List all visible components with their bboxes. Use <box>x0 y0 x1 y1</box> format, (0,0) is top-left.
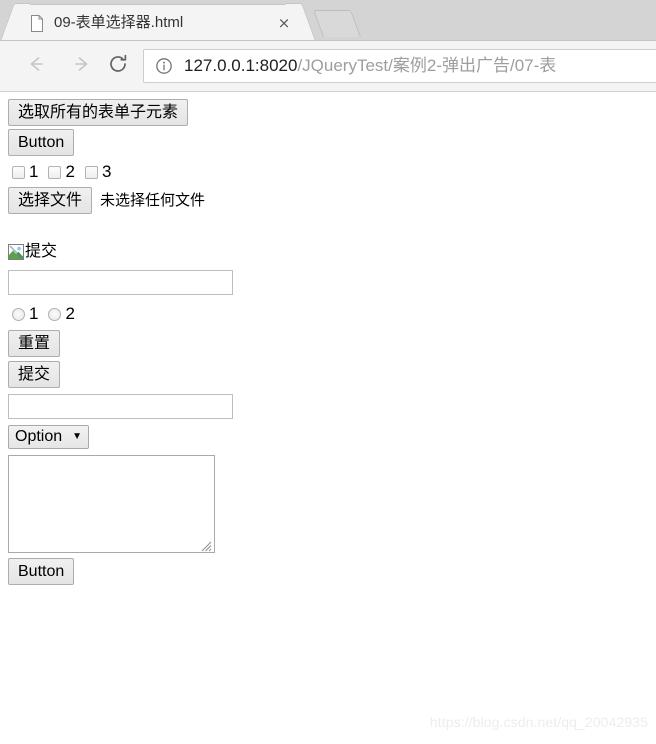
checkbox-1[interactable] <box>12 165 25 179</box>
file-input-row: 选择文件 未选择任何文件 <box>8 186 648 214</box>
reload-button[interactable] <box>102 50 134 82</box>
row-button-2: Button <box>8 558 648 585</box>
resize-grip-icon[interactable] <box>200 539 212 552</box>
watermark: https://blog.csdn.net/qq_20042935 <box>429 714 648 730</box>
page-viewport: 选取所有的表单子元素 Button 1 2 3 选择文件 未选择任何文件 提交 … <box>0 93 656 744</box>
chevron-down-icon: ▼ <box>72 431 83 442</box>
browser-toolbar: 127.0.0.1:8020/JQueryTest/案例2-弹出广告/07-表 <box>0 41 656 92</box>
row-button-1: Button <box>8 129 648 156</box>
reset-button[interactable]: 重置 <box>8 330 61 357</box>
checkbox-2[interactable] <box>48 165 62 179</box>
row-reset: 重置 <box>8 330 648 357</box>
row-select-all: 选取所有的表单子元素 <box>8 99 648 126</box>
address-bar[interactable]: 127.0.0.1:8020/JQueryTest/案例2-弹出广告/07-表 <box>143 49 656 83</box>
button-element[interactable]: Button <box>8 129 75 156</box>
tab-title: 09-表单选择器.html <box>54 14 184 31</box>
checkbox-1-label: 1 <box>29 162 39 181</box>
radio-2[interactable] <box>48 307 62 321</box>
info-circle-icon[interactable] <box>155 57 173 75</box>
back-arrow-icon <box>26 54 46 79</box>
radio-1[interactable] <box>12 307 25 321</box>
radio-2-label: 2 <box>65 304 75 323</box>
document-icon <box>29 14 45 32</box>
select-all-form-children-button[interactable]: 选取所有的表单子元素 <box>8 99 189 126</box>
text-input-1[interactable] <box>8 270 233 295</box>
tab-strip: 09-表单选择器.html × <box>0 0 656 41</box>
new-tab-button[interactable] <box>313 10 361 37</box>
url-host: 127.0.0.1:8020 <box>184 56 298 75</box>
reload-icon <box>107 53 129 80</box>
checkbox-3-label: 3 <box>101 162 112 181</box>
text-input-2[interactable] <box>8 394 233 419</box>
broken-image-icon <box>8 244 24 260</box>
back-button[interactable] <box>20 50 52 82</box>
forward-button[interactable] <box>66 50 98 82</box>
browser-chrome: 09-表单选择器.html × 127.0.0.1:8020/JQueryTes… <box>0 0 656 92</box>
image-submit-alt-text: 提交 <box>25 243 58 260</box>
choose-file-button[interactable]: 选择文件 <box>8 186 93 214</box>
forward-arrow-icon <box>72 54 92 79</box>
radio-group: 1 2 <box>8 304 648 324</box>
browser-tab-active[interactable]: 09-表单选择器.html × <box>14 4 302 41</box>
close-icon[interactable]: × <box>275 14 293 32</box>
image-submit-row[interactable]: 提交 <box>8 242 648 264</box>
checkbox-group: 1 2 3 <box>8 162 648 182</box>
checkbox-3[interactable] <box>84 165 98 179</box>
file-status-text: 未选择任何文件 <box>100 191 206 209</box>
button-element-2[interactable]: Button <box>8 558 75 585</box>
radio-1-label: 1 <box>29 304 39 323</box>
checkbox-2-label: 2 <box>65 162 75 181</box>
select-selected-value: Option <box>15 428 63 445</box>
address-bar-url: 127.0.0.1:8020/JQueryTest/案例2-弹出广告/07-表 <box>184 56 556 76</box>
url-path: /JQueryTest/案例2-弹出广告/07-表 <box>297 56 557 75</box>
select-dropdown[interactable]: Option ▼ <box>8 425 90 449</box>
form-demo-page: 选取所有的表单子元素 Button 1 2 3 选择文件 未选择任何文件 提交 … <box>8 93 648 587</box>
textarea[interactable] <box>8 455 215 553</box>
submit-button[interactable]: 提交 <box>8 361 61 388</box>
row-submit: 提交 <box>8 361 648 388</box>
